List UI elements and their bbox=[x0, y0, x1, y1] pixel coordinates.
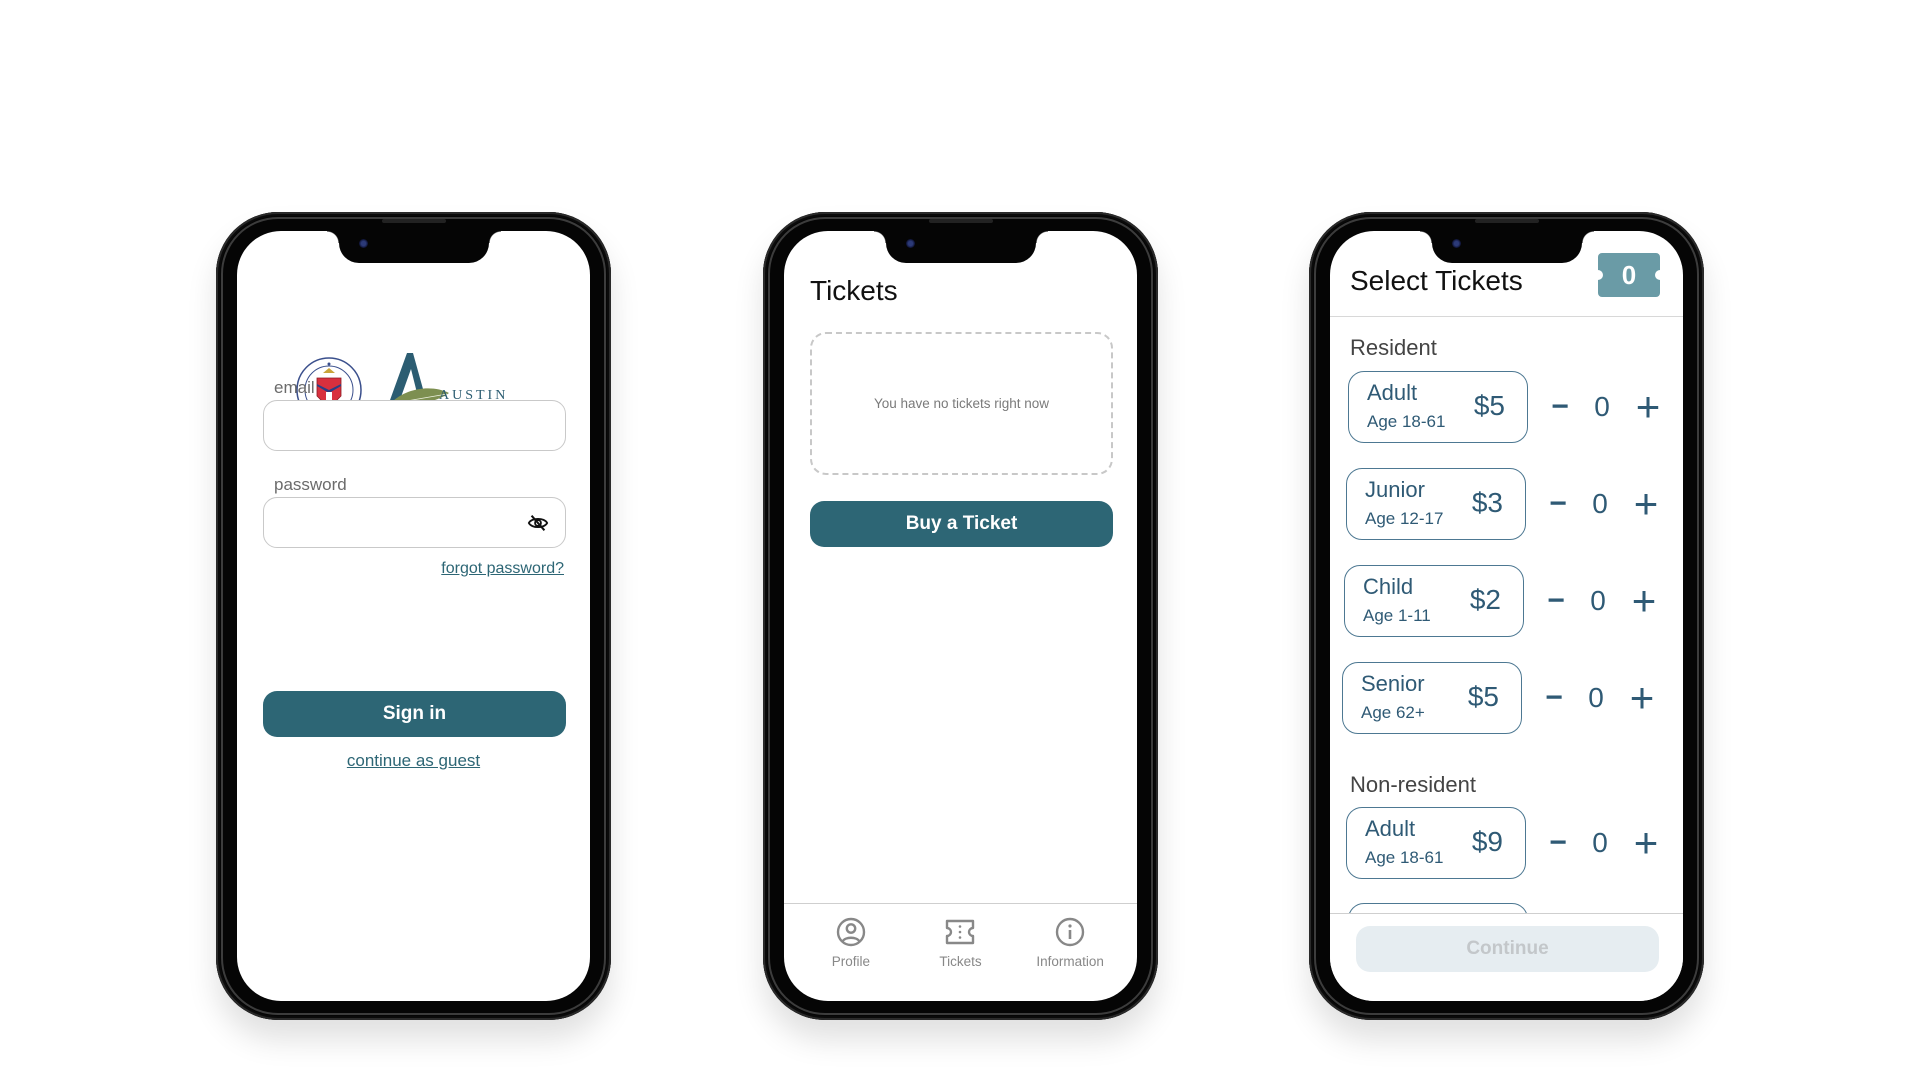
ticket-row: Adult Age 18-61 $9 − 0 + bbox=[1346, 807, 1666, 879]
sign-in-button[interactable]: Sign in bbox=[263, 691, 566, 737]
bottom-nav: Profile Tickets Information bbox=[784, 903, 1137, 1001]
ticket-row: Child Age 1-11 $2 − 0 + bbox=[1344, 565, 1664, 637]
camera-icon bbox=[358, 239, 368, 248]
email-input[interactable] bbox=[264, 401, 565, 450]
phone-login: AUSTIN PARKS RECREATION email password f… bbox=[216, 212, 611, 1020]
nav-item-information[interactable]: Information bbox=[1020, 916, 1120, 1001]
section-label-non-resident: Non-resident bbox=[1350, 772, 1476, 797]
login-screen: AUSTIN PARKS RECREATION email password f… bbox=[237, 231, 590, 1001]
decrement-button[interactable]: − bbox=[1542, 584, 1570, 618]
ticket-name: Adult bbox=[1367, 380, 1418, 405]
ticket-price: $3 bbox=[1471, 487, 1503, 518]
ticket-name: Child bbox=[1363, 574, 1414, 599]
ticket-price: $9 bbox=[1471, 826, 1503, 857]
increment-button[interactable]: + bbox=[1628, 822, 1664, 864]
ticket-age: Age 1-11 bbox=[1363, 606, 1431, 625]
ticket-card: Adult Age 18-61 $9 bbox=[1346, 807, 1526, 879]
quantity-value: 0 bbox=[1592, 827, 1608, 858]
ticket-card: Senior Age 62+ $5 bbox=[1342, 662, 1522, 734]
eye-off-icon[interactable] bbox=[527, 512, 549, 534]
ticket-price: $2 bbox=[1469, 584, 1501, 615]
email-label: email bbox=[274, 378, 315, 397]
ticket-row: Junior Age 12-17 $3 − 0 + bbox=[1346, 468, 1666, 540]
nav-item-tickets[interactable]: Tickets bbox=[910, 916, 1010, 1001]
nav-label-profile: Profile bbox=[831, 954, 870, 969]
profile-icon bbox=[836, 917, 866, 947]
decrement-button[interactable]: − bbox=[1540, 681, 1568, 715]
quantity-stepper: − 0 + bbox=[1544, 807, 1664, 879]
empty-tickets-message: You have no tickets right now bbox=[873, 396, 1050, 411]
quantity-stepper: − 0 + bbox=[1546, 371, 1666, 443]
ticket-card: Junior Age 12-17 $3 bbox=[1346, 468, 1526, 540]
quantity-stepper: − 0 + bbox=[1540, 662, 1660, 734]
continue-as-guest-link[interactable]: continue as guest bbox=[237, 751, 590, 771]
email-field[interactable] bbox=[263, 400, 566, 451]
camera-icon bbox=[1451, 239, 1461, 248]
ticket-card: Child Age 1-11 $2 bbox=[1344, 565, 1524, 637]
increment-button[interactable]: + bbox=[1626, 580, 1662, 622]
ticket-price: $5 bbox=[1473, 390, 1505, 421]
nav-label-information: Information bbox=[1036, 954, 1104, 969]
quantity-stepper: − 0 + bbox=[1542, 565, 1662, 637]
quantity-value: 0 bbox=[1594, 391, 1610, 422]
speaker-grille bbox=[381, 219, 446, 223]
empty-tickets-box: You have no tickets right now bbox=[810, 332, 1113, 475]
phone-tickets: Tickets You have no tickets right now Bu… bbox=[763, 212, 1158, 1020]
ticket-card: Adult Age 18-61 $5 bbox=[1348, 371, 1528, 443]
ticket-name: Senior bbox=[1361, 671, 1425, 696]
section-label-resident: Resident bbox=[1350, 335, 1437, 360]
decrement-button[interactable]: − bbox=[1544, 826, 1572, 860]
nav-item-profile[interactable]: Profile bbox=[801, 916, 901, 1001]
password-label: password bbox=[274, 475, 347, 494]
cart-count: 0 bbox=[1621, 259, 1637, 290]
tickets-screen: Tickets You have no tickets right now Bu… bbox=[784, 231, 1137, 1001]
increment-button[interactable]: + bbox=[1628, 483, 1664, 525]
decrement-button[interactable]: − bbox=[1544, 487, 1572, 521]
forgot-password-link[interactable]: forgot password? bbox=[441, 560, 564, 578]
ticket-age: Age 18-61 bbox=[1367, 412, 1446, 431]
buy-ticket-button[interactable]: Buy a Ticket bbox=[810, 501, 1113, 547]
decrement-button[interactable]: − bbox=[1546, 390, 1574, 424]
phone-select-tickets: Select Tickets 0 Resident Adult Age 18-6… bbox=[1309, 212, 1704, 1020]
ticket-price: $5 bbox=[1467, 681, 1499, 712]
ticket-row: Adult Age 18-61 $5 − 0 + bbox=[1348, 371, 1668, 443]
quantity-value: 0 bbox=[1588, 682, 1604, 713]
nav-label-tickets: Tickets bbox=[939, 954, 982, 969]
speaker-grille bbox=[1474, 219, 1539, 223]
quantity-value: 0 bbox=[1592, 488, 1608, 519]
notch bbox=[326, 231, 501, 263]
password-field[interactable] bbox=[263, 497, 566, 548]
ticket-name: Adult bbox=[1365, 816, 1416, 841]
page-title: Select Tickets bbox=[1350, 265, 1523, 296]
cart-ticket-badge[interactable]: 0 bbox=[1598, 253, 1660, 297]
ticket-row: Senior Age 62+ $5 − 0 + bbox=[1342, 662, 1662, 734]
password-input[interactable] bbox=[264, 498, 565, 547]
ticket-age: Age 18-61 bbox=[1365, 848, 1444, 867]
increment-button[interactable]: + bbox=[1630, 386, 1666, 428]
camera-icon bbox=[905, 239, 915, 248]
select-footer: Continue bbox=[1330, 913, 1683, 1001]
ticket-age: Age 62+ bbox=[1361, 703, 1425, 722]
info-icon bbox=[1055, 917, 1085, 947]
quantity-value: 0 bbox=[1590, 585, 1606, 616]
ticket-age: Age 12-17 bbox=[1365, 509, 1444, 528]
select-tickets-screen: Select Tickets 0 Resident Adult Age 18-6… bbox=[1330, 231, 1683, 1001]
speaker-grille bbox=[928, 219, 993, 223]
ticket-icon bbox=[946, 919, 975, 945]
page-title: Tickets bbox=[810, 275, 898, 306]
notch bbox=[873, 231, 1048, 263]
ticket-name: Junior bbox=[1365, 477, 1425, 502]
notch bbox=[1419, 231, 1594, 263]
quantity-stepper: − 0 + bbox=[1544, 468, 1664, 540]
increment-button[interactable]: + bbox=[1624, 677, 1660, 719]
continue-button[interactable]: Continue bbox=[1356, 926, 1659, 972]
